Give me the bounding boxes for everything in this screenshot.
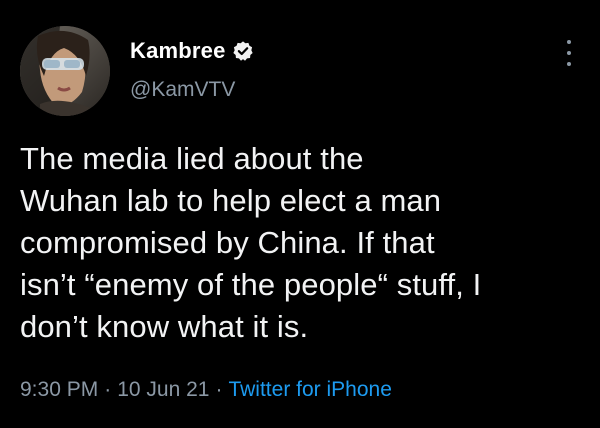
tweet-text: The media lied about the Wuhan lab to he…: [20, 141, 482, 344]
tweet-card: Kambree @KamVTV The media lied about the…: [0, 0, 600, 428]
meta-separator: ·: [215, 378, 223, 401]
tweet-date[interactable]: 10 Jun 21: [117, 378, 209, 402]
more-options-icon[interactable]: [562, 40, 576, 66]
more-dot: [567, 62, 571, 66]
tweet-meta: 9:30 PM · 10 Jun 21 · Twitter for iPhone: [20, 378, 392, 402]
tweet-source-link[interactable]: Twitter for iPhone: [228, 378, 391, 402]
verified-badge-icon: [232, 40, 254, 62]
profile-photo-icon: [20, 26, 110, 116]
more-dot: [567, 51, 571, 55]
author-name[interactable]: Kambree: [130, 38, 226, 64]
author-handle[interactable]: @KamVTV: [130, 78, 235, 102]
more-dot: [567, 40, 571, 44]
tweet-time[interactable]: 9:30 PM: [20, 378, 98, 402]
avatar[interactable]: [20, 26, 110, 116]
author-name-row[interactable]: Kambree: [130, 37, 254, 65]
meta-separator: ·: [104, 378, 112, 401]
